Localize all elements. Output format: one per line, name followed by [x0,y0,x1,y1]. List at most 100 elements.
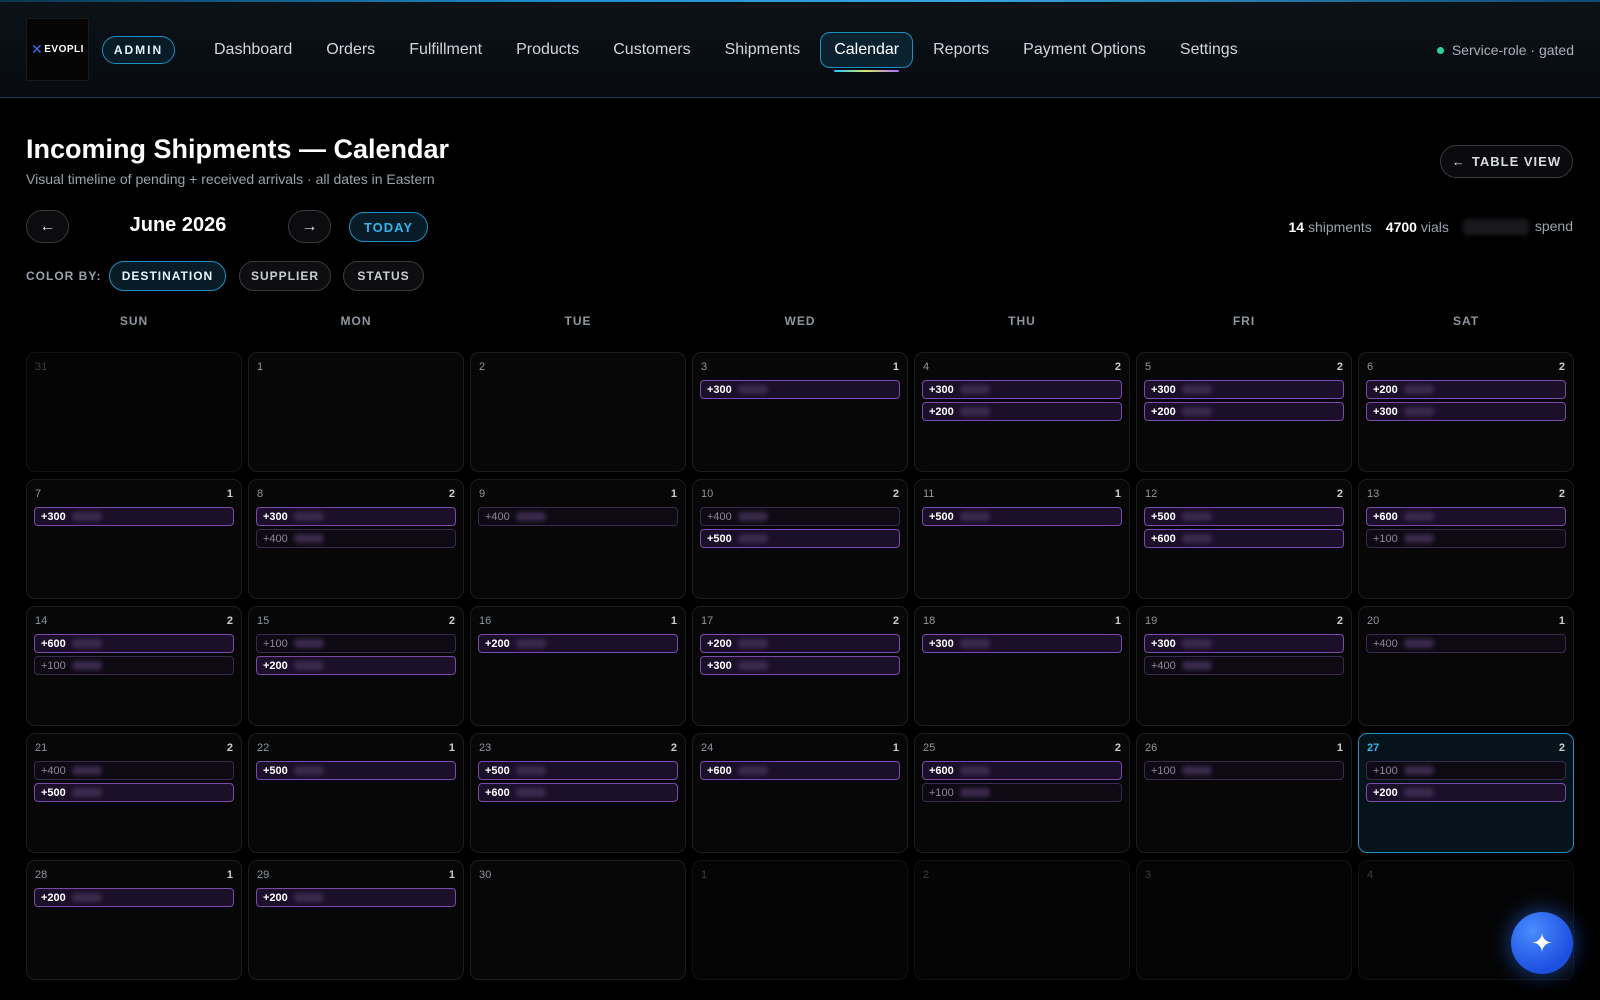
assistant-button[interactable]: ✦ [1511,912,1573,974]
shipment-count: 2 [670,742,677,754]
day-cell-today[interactable]: 27 2 +100 +200 [1358,733,1574,853]
shipment-event[interactable]: +400 [1144,656,1344,675]
table-view-button[interactable]: ← TABLE VIEW [1440,145,1573,178]
shipment-event[interactable]: +200 [1366,380,1566,399]
shipment-event[interactable]: +400 [34,761,234,780]
day-cell[interactable]: 18 1 +300 [914,606,1130,726]
nav-calendar[interactable]: Calendar [820,32,914,72]
day-cell[interactable]: 29 1 +200 [248,860,464,980]
day-cell[interactable]: 3 1 +300 [692,352,908,472]
shipment-event[interactable]: +600 [34,634,234,653]
shipment-event[interactable]: +600 [922,761,1122,780]
shipment-event[interactable]: +400 [1366,634,1566,653]
day-cell[interactable]: 12 2 +500 +600 [1136,479,1352,599]
shipment-event[interactable]: +500 [34,783,234,802]
nav-dashboard[interactable]: Dashboard [200,32,306,68]
day-cell[interactable]: 2 [470,352,686,472]
nav-orders[interactable]: Orders [312,32,389,68]
shipment-event[interactable]: +200 [1366,783,1566,802]
nav-settings[interactable]: Settings [1166,32,1252,68]
day-cell[interactable]: 4 2 +300 +200 [914,352,1130,472]
shipment-event[interactable]: +400 [478,507,678,526]
day-cell[interactable]: 31 [26,352,242,472]
shipment-event[interactable]: +200 [256,656,456,675]
nav-customers[interactable]: Customers [599,32,704,68]
shipment-event[interactable]: +100 [1366,529,1566,548]
shipment-event[interactable]: +500 [1144,507,1344,526]
shipment-event[interactable]: +100 [34,656,234,675]
redacted-supplier [1181,512,1212,521]
day-cell[interactable]: 25 2 +600 +100 [914,733,1130,853]
day-cell[interactable]: 21 2 +400 +500 [26,733,242,853]
day-cell[interactable]: 13 2 +600 +100 [1358,479,1574,599]
nav-products[interactable]: Products [502,32,593,68]
day-cell[interactable]: 9 1 +400 [470,479,686,599]
redacted-supplier [737,512,768,521]
redacted-supplier [293,512,324,521]
shipment-event[interactable]: +400 [700,507,900,526]
shipment-event[interactable]: +200 [1144,402,1344,421]
day-cell[interactable]: 30 [470,860,686,980]
day-cell[interactable]: 15 2 +100 +200 [248,606,464,726]
shipment-event[interactable]: +300 [34,507,234,526]
day-cell[interactable]: 6 2 +200 +300 [1358,352,1574,472]
shipment-event[interactable]: +300 [1144,380,1344,399]
day-cell[interactable]: 16 1 +200 [470,606,686,726]
day-cell[interactable]: 19 2 +300 +400 [1136,606,1352,726]
day-cell[interactable]: 1 [692,860,908,980]
shipment-event[interactable]: +300 [922,380,1122,399]
nav-shipments[interactable]: Shipments [711,32,815,68]
color-by-status[interactable]: STATUS [343,261,424,291]
color-by-supplier[interactable]: SUPPLIER [239,261,331,291]
shipment-event[interactable]: +500 [700,529,900,548]
day-cell[interactable]: 7 1 +300 [26,479,242,599]
day-cell[interactable]: 14 2 +600 +100 [26,606,242,726]
day-cell[interactable]: 23 2 +500 +600 [470,733,686,853]
nav-payment-options[interactable]: Payment Options [1009,32,1160,68]
shipment-event[interactable]: +500 [922,507,1122,526]
prev-month-button[interactable]: ← [26,210,69,243]
shipment-event[interactable]: +600 [700,761,900,780]
shipment-event[interactable]: +300 [1366,402,1566,421]
day-cell[interactable]: 24 1 +600 [692,733,908,853]
day-cell[interactable]: 10 2 +400 +500 [692,479,908,599]
redacted-supplier [959,512,990,521]
color-by-destination[interactable]: DESTINATION [109,261,226,291]
shipment-event[interactable]: +200 [922,402,1122,421]
day-cell[interactable]: 28 1 +200 [26,860,242,980]
today-button[interactable]: TODAY [349,212,428,242]
day-cell[interactable]: 26 1 +100 [1136,733,1352,853]
shipment-event[interactable]: +100 [1144,761,1344,780]
shipment-event[interactable]: +200 [256,888,456,907]
nav-reports[interactable]: Reports [919,32,1003,68]
shipment-event[interactable]: +300 [700,380,900,399]
shipment-event[interactable]: +400 [256,529,456,548]
shipment-event[interactable]: +200 [34,888,234,907]
shipment-event[interactable]: +300 [922,634,1122,653]
shipment-event[interactable]: +200 [478,634,678,653]
day-cell[interactable]: 22 1 +500 [248,733,464,853]
day-cell[interactable]: 2 [914,860,1130,980]
next-month-button[interactable]: → [288,210,331,243]
day-cell[interactable]: 8 2 +300 +400 [248,479,464,599]
shipment-event[interactable]: +500 [256,761,456,780]
nav-fulfillment[interactable]: Fulfillment [395,32,496,68]
day-cell[interactable]: 1 [248,352,464,472]
shipment-event[interactable]: +300 [1144,634,1344,653]
shipment-event[interactable]: +600 [478,783,678,802]
day-cell[interactable]: 5 2 +300 +200 [1136,352,1352,472]
shipment-event[interactable]: +500 [478,761,678,780]
day-cell[interactable]: 17 2 +200 +300 [692,606,908,726]
shipment-event[interactable]: +100 [256,634,456,653]
day-cell[interactable]: 3 [1136,860,1352,980]
shipment-event[interactable]: +200 [700,634,900,653]
day-cell[interactable]: 20 1 +400 [1358,606,1574,726]
shipment-event[interactable]: +100 [922,783,1122,802]
shipment-event[interactable]: +600 [1144,529,1344,548]
brand-logo[interactable]: ✕ EVOPLI [26,18,89,81]
shipment-event[interactable]: +600 [1366,507,1566,526]
shipment-event[interactable]: +100 [1366,761,1566,780]
shipment-event[interactable]: +300 [700,656,900,675]
day-cell[interactable]: 11 1 +500 [914,479,1130,599]
shipment-event[interactable]: +300 [256,507,456,526]
